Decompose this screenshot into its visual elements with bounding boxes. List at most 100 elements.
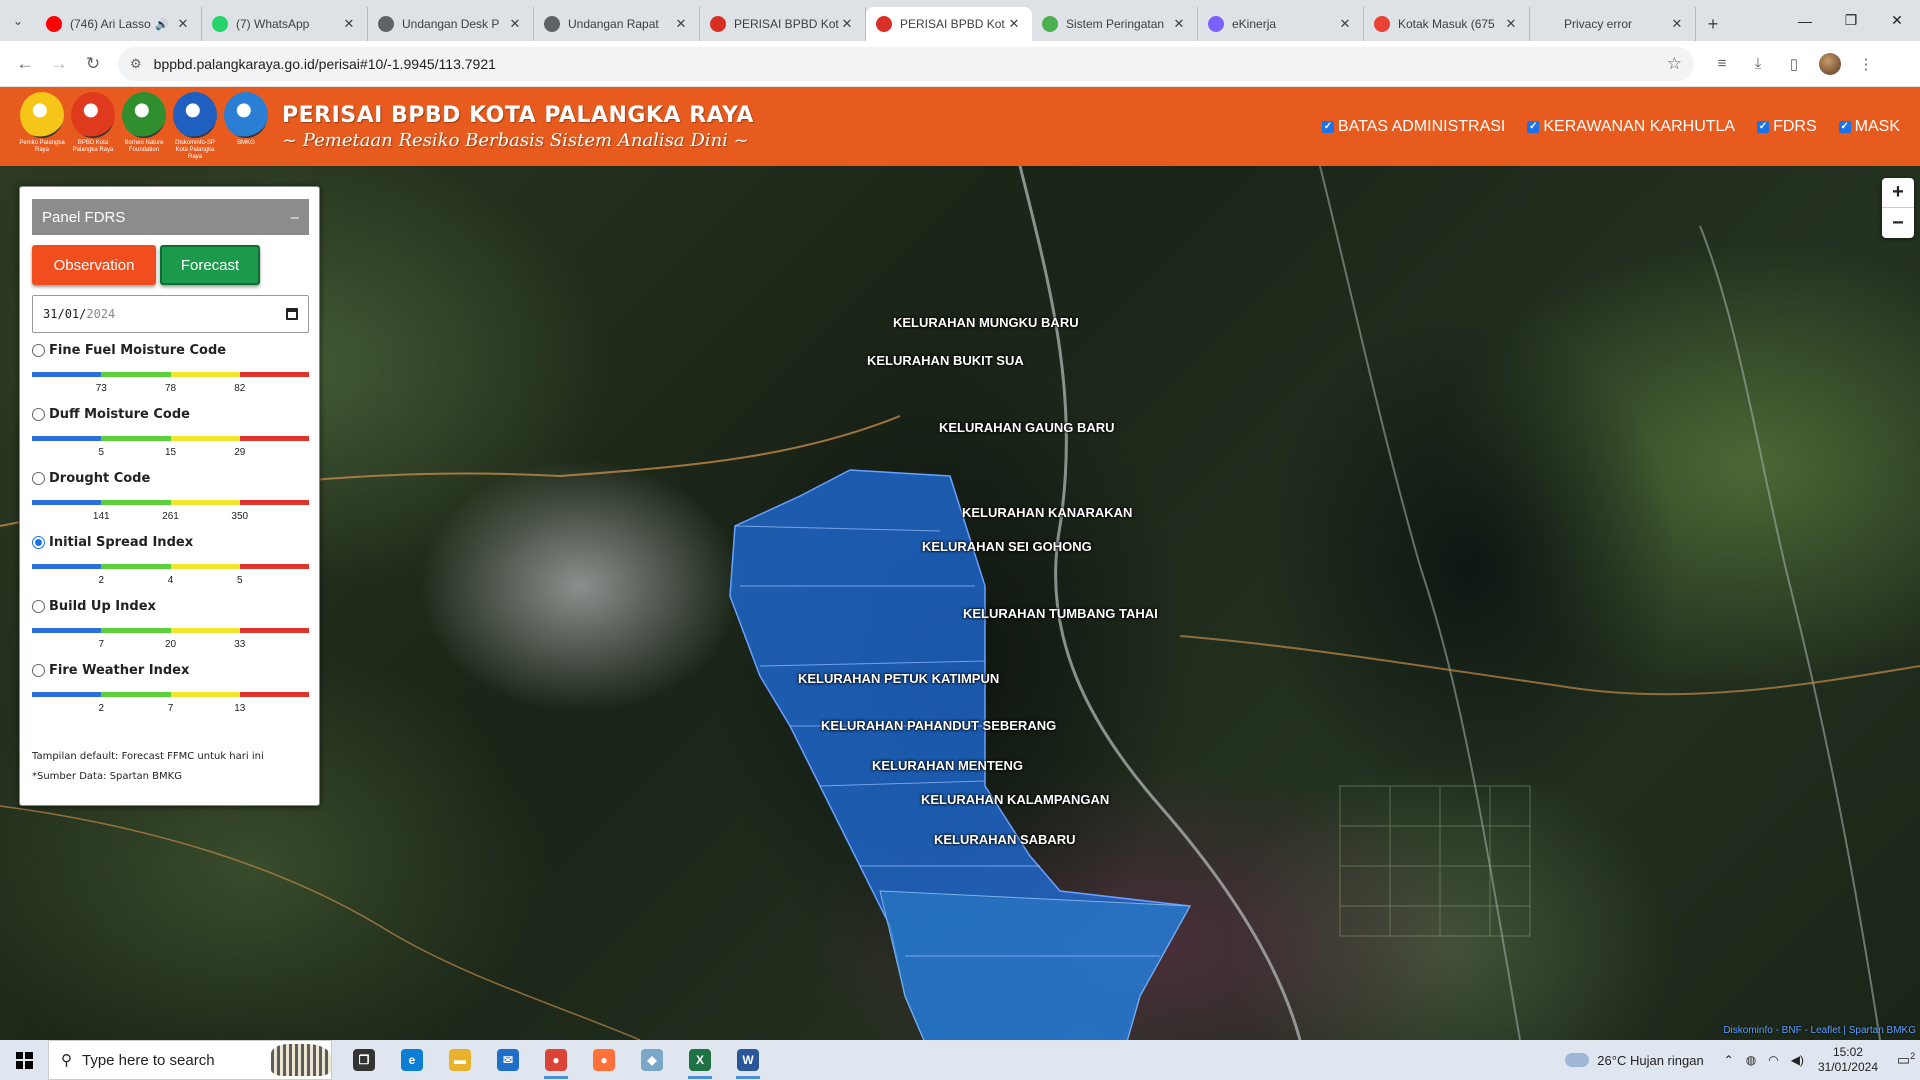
taskbar-app[interactable]: ❐ <box>340 1040 388 1080</box>
taskbar-app[interactable]: ▬ <box>436 1040 484 1080</box>
url-input[interactable]: ⚙ bppbd.palangkaraya.go.id/perisai#10/-1… <box>118 46 1694 81</box>
fdrs-index-option[interactable]: Initial Spread Index 2 4 5 <box>32 535 309 599</box>
taskbar-app[interactable]: W <box>724 1040 772 1080</box>
profile-avatar[interactable] <box>1819 52 1841 75</box>
panel-header[interactable]: Panel FDRS – <box>32 199 309 235</box>
layer-checkbox[interactable]: ✓ <box>1838 120 1851 133</box>
index-tick-label: 20 <box>164 639 177 650</box>
browser-tab[interactable]: (746) Ari Lasso 🔊 ✕ <box>36 7 202 41</box>
index-radio[interactable] <box>32 408 45 421</box>
fdrs-index-option[interactable]: Fire Weather Index 2 7 13 <box>32 663 309 727</box>
calendar-icon[interactable] <box>286 308 298 320</box>
browser-tab[interactable]: Kotak Masuk (675 ✕ <box>1364 7 1530 41</box>
taskbar-app[interactable]: ✉ <box>484 1040 532 1080</box>
browser-tab[interactable]: eKinerja ✕ <box>1198 7 1364 41</box>
layer-toggle[interactable]: ✓ FDRS <box>1757 118 1817 136</box>
volume-icon[interactable]: ◀) <box>1791 1053 1804 1067</box>
browser-tab[interactable]: Privacy error ✕ <box>1530 7 1696 41</box>
close-window-button[interactable]: ✕ <box>1874 0 1920 41</box>
taskbar-app[interactable]: e <box>388 1040 436 1080</box>
forecast-button[interactable]: Forecast <box>160 245 260 285</box>
taskbar-app[interactable]: X <box>676 1040 724 1080</box>
browser-tab[interactable]: PERISAI BPBD Kot ✕ <box>700 7 866 41</box>
index-radio[interactable] <box>32 664 45 677</box>
layer-checkbox[interactable]: ✓ <box>1321 120 1334 133</box>
index-radio[interactable] <box>32 472 45 485</box>
browser-tab[interactable]: Undangan Rapat ✕ <box>534 7 700 41</box>
index-radio[interactable] <box>32 344 45 357</box>
map-attribution[interactable]: Diskominfo - BNF - Leaflet | Spartan BMK… <box>1723 1025 1916 1036</box>
zoom-in-button[interactable]: + <box>1882 178 1914 208</box>
forward-button[interactable]: → <box>42 47 76 81</box>
tab-close-button[interactable]: ✕ <box>507 16 523 32</box>
fdrs-index-option[interactable]: Drought Code 141 261 350 <box>32 471 309 535</box>
excel-icon: X <box>689 1049 711 1071</box>
tab-close-button[interactable]: ✕ <box>1171 16 1187 32</box>
zoom-out-button[interactable]: − <box>1882 208 1914 238</box>
back-button[interactable]: ← <box>8 47 42 81</box>
index-tick-label: 2 <box>98 575 105 586</box>
tab-title: (746) Ari Lasso <box>70 17 151 31</box>
layer-checkbox[interactable]: ✓ <box>1757 120 1770 133</box>
observation-button[interactable]: Observation <box>32 245 156 285</box>
tab-search-button[interactable]: ⌄ <box>0 0 36 41</box>
browser-tab[interactable]: PERISAI BPBD Kot ✕ <box>866 7 1032 41</box>
tab-audio-icon[interactable]: 🔊 <box>155 18 169 31</box>
new-tab-button[interactable]: + <box>1696 7 1730 41</box>
layer-label: FDRS <box>1773 117 1817 135</box>
wifi-icon[interactable]: ◠ <box>1768 1053 1778 1067</box>
start-button[interactable] <box>0 1040 48 1080</box>
browser-tab[interactable]: Sistem Peringatan ✕ <box>1032 7 1198 41</box>
partner-logo: Pemko Palangka Raya <box>18 92 66 154</box>
minimize-button[interactable]: — <box>1782 0 1828 41</box>
scale-segment <box>170 436 240 441</box>
reload-button[interactable]: ↻ <box>76 47 110 81</box>
notification-center-icon[interactable]: ▭2 <box>1892 1051 1920 1069</box>
browser-menu-icon[interactable]: ⋮ <box>1848 47 1884 81</box>
tab-close-button[interactable]: ✕ <box>341 16 357 32</box>
tab-title: PERISAI BPBD Kot <box>734 17 839 31</box>
bookmark-star-icon[interactable]: ☆ <box>1667 54 1682 74</box>
download-icon[interactable]: ⤓ <box>1740 47 1776 81</box>
fdrs-index-option[interactable]: Duff Moisture Code 5 15 29 <box>32 407 309 471</box>
collapse-button[interactable]: – <box>291 209 299 226</box>
browser-tab[interactable]: Undangan Desk P ✕ <box>368 7 534 41</box>
footer-default-note: Tampilan default: Forecast FFMC untuk ha… <box>32 751 264 762</box>
index-tick-label: 13 <box>234 703 246 714</box>
layer-toggle[interactable]: ✓ MASK <box>1838 118 1900 136</box>
site-info-icon[interactable]: ⚙ <box>130 56 142 72</box>
index-row: Drought Code <box>32 471 309 486</box>
tab-close-button[interactable]: ✕ <box>1503 16 1519 32</box>
taskbar-search[interactable]: ⚲ Type here to search <box>48 1040 332 1080</box>
layer-toggle[interactable]: ✓ KERAWANAN KARHUTLA <box>1527 118 1735 136</box>
tab-close-button[interactable]: ✕ <box>1006 16 1022 32</box>
browser-tab[interactable]: (7) WhatsApp ✕ <box>202 7 368 41</box>
side-panel-icon[interactable]: ▯ <box>1776 47 1812 81</box>
index-list: Fine Fuel Moisture Code 73 78 82 Duff Moistu… <box>32 343 309 727</box>
taskbar-app[interactable]: ● <box>580 1040 628 1080</box>
tab-close-button[interactable]: ✕ <box>1337 16 1353 32</box>
fdrs-index-option[interactable]: Fine Fuel Moisture Code 73 78 82 <box>32 343 309 407</box>
layer-label: BATAS ADMINISTRASI <box>1337 117 1506 135</box>
index-radio[interactable] <box>32 600 45 613</box>
tab-close-button[interactable]: ✕ <box>1669 16 1685 32</box>
media-control-icon[interactable]: ≡ <box>1704 47 1740 81</box>
fdrs-index-option[interactable]: Build Up Index 7 20 33 <box>32 599 309 663</box>
clock[interactable]: 15:02 31/01/2024 <box>1818 1045 1878 1075</box>
network-icon[interactable]: ◍ <box>1746 1053 1756 1067</box>
taskbar-app[interactable]: ◆ <box>628 1040 676 1080</box>
index-ticks: 7 20 33 <box>32 639 309 653</box>
weather-widget[interactable]: 26°C Hujan ringan <box>1565 1053 1704 1068</box>
tab-close-button[interactable]: ✕ <box>839 16 855 32</box>
label-gaung-baru: KELURAHAN GAUNG BARU <box>939 420 1115 435</box>
tab-close-button[interactable]: ✕ <box>175 16 191 32</box>
date-input[interactable]: 31/01/2024 <box>32 295 309 333</box>
tab-close-button[interactable]: ✕ <box>673 16 689 32</box>
footer-source-note: *Sumber Data: Spartan BMKG <box>32 771 182 782</box>
layer-toggle[interactable]: ✓ BATAS ADMINISTRASI <box>1321 117 1506 136</box>
tray-chevron-icon[interactable]: ⌃ <box>1724 1053 1734 1067</box>
layer-checkbox[interactable]: ✓ <box>1527 120 1540 133</box>
taskbar-app[interactable]: ● <box>532 1040 580 1080</box>
restore-button[interactable]: ❐ <box>1828 0 1874 41</box>
index-radio[interactable] <box>32 536 45 549</box>
